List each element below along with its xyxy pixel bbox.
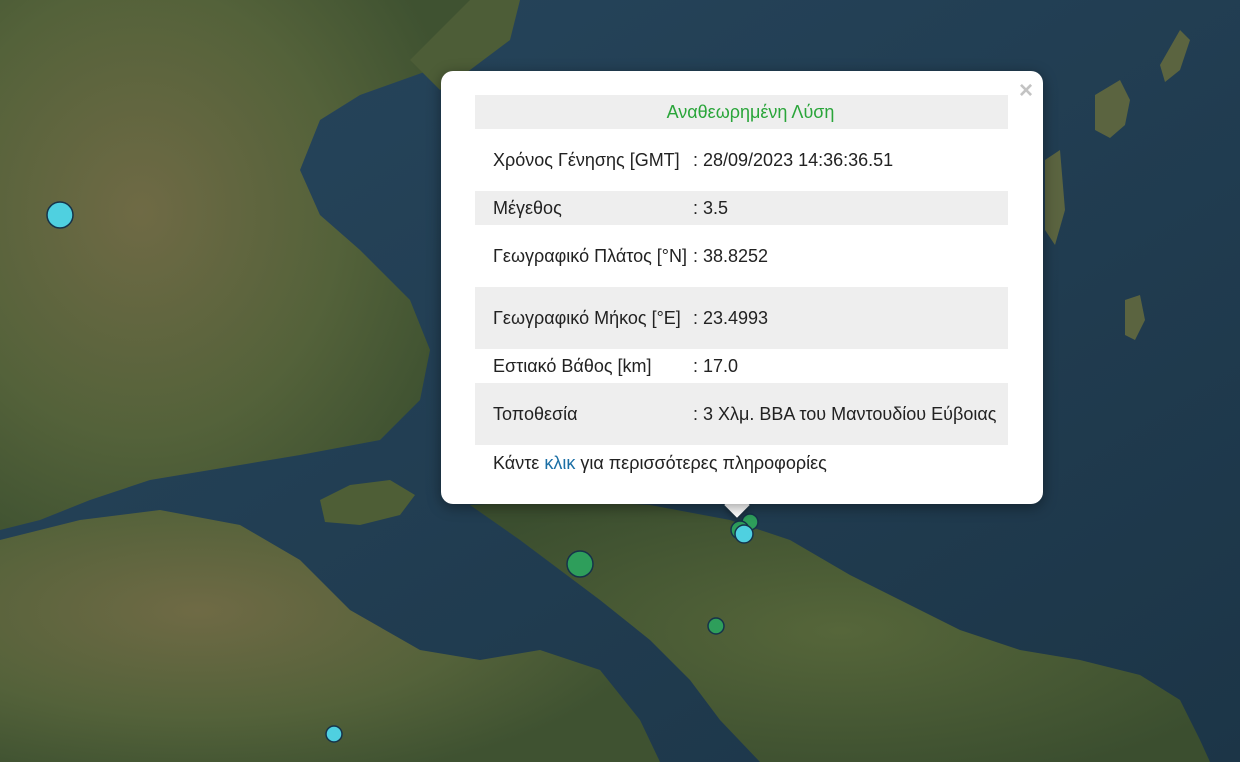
latitude-row: Γεωγραφικό Πλάτος [°N] : 38.8252 [475,225,1008,287]
origin-time-label: Χρόνος Γένησης [GMT] [493,150,680,170]
close-icon[interactable]: × [1019,79,1033,103]
longitude-value: : 23.4993 [693,308,769,328]
more-info-prefix: Κάντε [493,453,540,473]
origin-time-value: : 28/09/2023 14:36:36.51 [693,150,894,170]
more-info-link[interactable]: κλικ [544,453,575,473]
more-info-row: Κάντε κλικ για περισσότερες πληροφορίες [475,445,1008,481]
earthquake-marker[interactable] [707,617,725,635]
earthquake-marker[interactable] [734,524,754,544]
earthquake-marker[interactable] [566,550,594,578]
magnitude-label: Μέγεθος [493,198,562,218]
latitude-label: Γεωγραφικό Πλάτος [°N] [493,246,687,266]
depth-row: Εστιακό Βάθος [km] : 17.0 [475,349,1008,383]
popup-title: Αναθεωρημένη Λύση [666,102,835,122]
more-info-suffix: για περισσότερες πληροφορίες [580,453,827,473]
earthquake-marker[interactable] [325,725,343,743]
depth-value: : 17.0 [693,356,739,376]
depth-label: Εστιακό Βάθος [km] [493,356,652,376]
longitude-row: Γεωγραφικό Μήκος [°E] : 23.4993 [475,287,1008,349]
popup-title-row: Αναθεωρημένη Λύση [475,95,1008,129]
location-value: : 3 Χλμ. ΒΒΑ του Μαντουδίου Εύβοιας [693,404,997,424]
earthquake-popup: × Αναθεωρημένη Λύση Χρόνος Γένησης [GMT]… [441,71,1043,504]
magnitude-row: Μέγεθος : 3.5 [475,191,1008,225]
location-label: Τοποθεσία [493,404,578,424]
magnitude-value: : 3.5 [693,198,729,218]
latitude-value: : 38.8252 [693,246,769,266]
longitude-label: Γεωγραφικό Μήκος [°E] [493,308,681,328]
earthquake-marker[interactable] [46,201,74,229]
more-info-text: Κάντε κλικ για περισσότερες πληροφορίες [475,445,1008,481]
earthquake-info-table: Αναθεωρημένη Λύση Χρόνος Γένησης [GMT] :… [475,95,1008,481]
location-row: Τοποθεσία : 3 Χλμ. ΒΒΑ του Μαντουδίου Εύ… [475,383,1008,445]
origin-time-row: Χρόνος Γένησης [GMT] : 28/09/2023 14:36:… [475,129,1008,191]
